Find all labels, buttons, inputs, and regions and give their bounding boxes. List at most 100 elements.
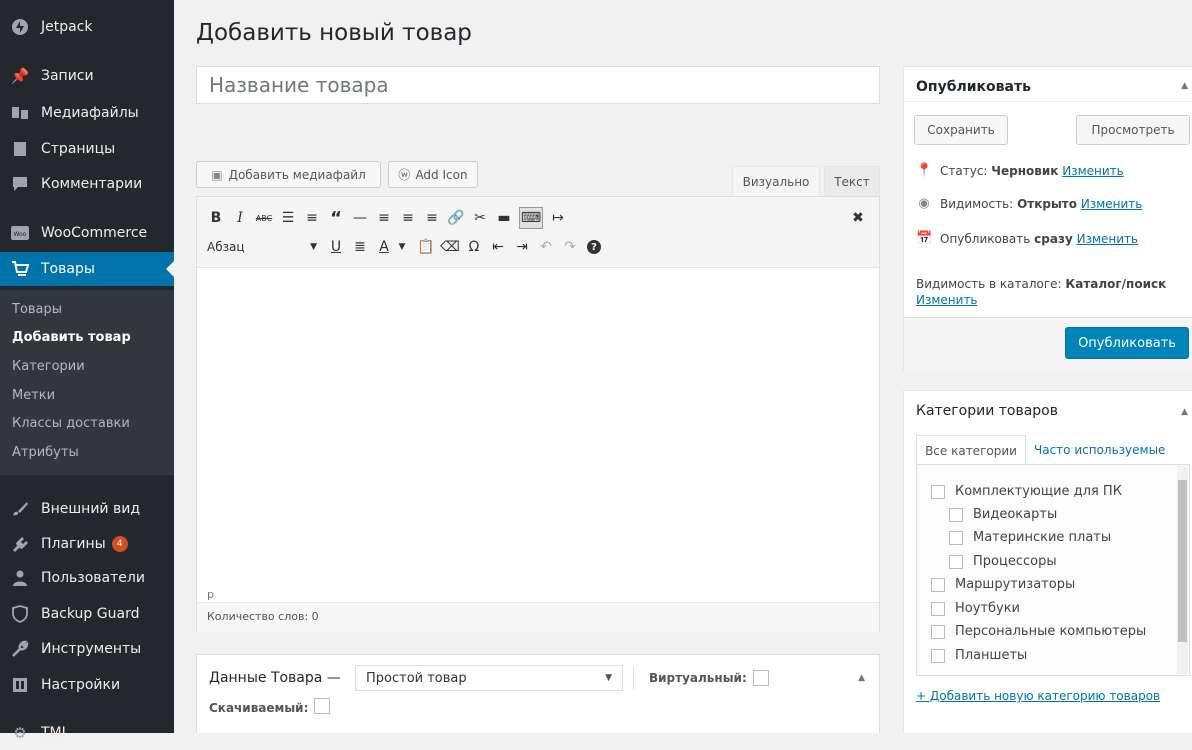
sidebar-item-plugins[interactable]: Плагины 4 — [0, 527, 174, 561]
category-item[interactable]: Комплектующие для ПК — [931, 484, 1122, 499]
scrollbar[interactable] — [1177, 466, 1188, 674]
sidebar-item-comments[interactable]: Комментарии — [0, 167, 174, 201]
tab-popular-categories[interactable]: Часто используемые — [1034, 443, 1165, 457]
bullet-list-icon[interactable]: ☰ — [279, 209, 297, 227]
tab-visual[interactable]: Визуально — [732, 166, 820, 197]
edit-timestamp-link[interactable]: Изменить — [1077, 232, 1139, 246]
category-checkbox[interactable] — [949, 554, 963, 569]
virtual-checkbox[interactable] — [753, 670, 769, 686]
read-more-icon[interactable]: ▬ — [495, 209, 513, 227]
sidebar-item-media[interactable]: Медиафайлы — [0, 96, 174, 130]
sidebar-item-posts[interactable]: 📌 Записи — [0, 59, 174, 93]
jetpack-icon — [10, 17, 30, 37]
undo-icon[interactable]: ↶ — [537, 238, 555, 256]
unlink-icon[interactable]: ✂ — [471, 209, 489, 227]
category-checkbox[interactable] — [931, 648, 945, 663]
edit-visibility-link[interactable]: Изменить — [1081, 197, 1143, 211]
add-new-category-link[interactable]: + Добавить новую категорию товаров — [916, 689, 1160, 703]
justify-icon[interactable]: ≣ — [351, 238, 369, 256]
edit-catalog-visibility-link[interactable]: Изменить — [916, 293, 978, 307]
outdent-icon[interactable]: ⇤ — [489, 238, 507, 256]
category-item[interactable]: Персональные компьютеры — [931, 624, 1146, 639]
submenu-item-attributes[interactable]: Атрибуты — [12, 445, 79, 460]
clear-formatting-icon[interactable]: ⌫ — [440, 238, 460, 256]
cart-icon — [10, 259, 30, 279]
category-checkbox[interactable] — [931, 484, 945, 499]
category-checkbox[interactable] — [949, 530, 963, 545]
editor-content-area[interactable] — [197, 268, 879, 583]
preview-button[interactable]: Просмотреть — [1076, 115, 1190, 145]
sidebar-item-label: Инструменты — [41, 641, 142, 657]
redo-icon[interactable]: ↷ — [561, 238, 579, 256]
align-left-icon[interactable]: ≡ — [375, 209, 393, 227]
collapse-arrow-icon[interactable]: ▲ — [858, 673, 865, 683]
add-icon-label: Add Icon — [415, 167, 468, 182]
indent-icon[interactable]: ⇥ — [513, 238, 531, 256]
category-checkbox[interactable] — [931, 624, 945, 639]
underline-icon[interactable]: U — [327, 238, 345, 256]
category-item[interactable]: Процессоры — [949, 554, 1057, 569]
category-item[interactable]: Материнские платы — [949, 530, 1111, 545]
product-type-select[interactable]: Простой товар ▼ — [355, 665, 623, 691]
category-checkbox[interactable] — [931, 577, 945, 592]
collapse-arrow-icon[interactable]: ▲ — [1181, 407, 1188, 417]
submenu-item-shipping-classes[interactable]: Классы доставки — [12, 416, 130, 431]
numbered-list-icon[interactable]: ≡ — [303, 209, 321, 227]
edit-status-link[interactable]: Изменить — [1062, 164, 1124, 178]
publish-button[interactable]: Опубликовать — [1065, 327, 1189, 359]
bold-icon[interactable]: B — [207, 209, 225, 227]
omega-icon[interactable]: Ω — [465, 238, 483, 256]
format-select[interactable]: Абзац ▼ — [207, 237, 317, 257]
submenu-item-categories[interactable]: Категории — [12, 359, 85, 374]
sidebar-item-label: TMI — [41, 725, 66, 741]
sidebar-item-backup-guard[interactable]: Backup Guard — [0, 597, 174, 631]
save-draft-button[interactable]: Сохранить — [914, 115, 1008, 145]
horizontal-line-icon[interactable]: — — [351, 209, 369, 227]
italic-icon[interactable]: I — [231, 209, 249, 227]
downloadable-checkbox[interactable] — [314, 698, 330, 714]
sidebar-item-products[interactable]: Товары — [0, 252, 174, 286]
sidebar-item-settings[interactable]: Настройки — [0, 668, 174, 702]
text-color-icon[interactable]: A — [375, 238, 393, 256]
category-item[interactable]: Маршрутизаторы — [931, 577, 1075, 592]
paste-text-icon[interactable]: 📋 — [417, 238, 435, 256]
add-icon-button[interactable]: ⓦ Add Icon — [388, 161, 478, 188]
help-icon[interactable]: ? — [587, 240, 601, 254]
category-item[interactable]: Ноутбуки — [931, 601, 1020, 616]
category-item[interactable]: Видеокарты — [949, 507, 1057, 522]
sidebar-item-pages[interactable]: Страницы — [0, 132, 174, 166]
distraction-free-icon[interactable]: ↦ — [549, 209, 567, 227]
submenu-item-add-product[interactable]: Добавить товар — [12, 330, 131, 345]
collapse-arrow-icon[interactable]: ▲ — [1181, 81, 1188, 91]
downloadable-label: Скачиваемый: — [209, 701, 309, 715]
strikethrough-icon[interactable]: ABC — [255, 209, 273, 227]
link-icon[interactable]: 🔗 — [447, 209, 465, 227]
sidebar-item-tmi[interactable]: ⚙ TMI — [0, 716, 174, 750]
blockquote-icon[interactable]: “ — [327, 208, 345, 229]
fullscreen-icon[interactable]: ✖ — [849, 209, 867, 227]
sidebar-item-appearance[interactable]: Внешний вид — [0, 492, 174, 526]
wrench-icon — [10, 639, 30, 659]
product-title-input[interactable] — [196, 66, 880, 104]
category-checkbox[interactable] — [931, 601, 945, 616]
sidebar-item-tools[interactable]: Инструменты — [0, 632, 174, 666]
scrollbar-thumb[interactable] — [1178, 480, 1187, 642]
sidebar-item-users[interactable]: Пользователи — [0, 561, 174, 595]
pin-icon: 📌 — [10, 67, 30, 85]
toolbar-toggle-icon[interactable]: ⌨ — [519, 207, 543, 229]
tab-all-categories[interactable]: Все категории — [916, 435, 1026, 465]
color-dropdown-icon[interactable]: ▼ — [393, 238, 411, 256]
align-center-icon[interactable]: ≡ — [399, 209, 417, 227]
tab-text[interactable]: Текст — [824, 166, 880, 197]
category-checkbox[interactable] — [949, 507, 963, 522]
publish-box: Опубликовать ▲ Сохранить Просмотреть 📍 С… — [903, 66, 1192, 371]
align-right-icon[interactable]: ≡ — [423, 209, 441, 227]
category-item[interactable]: Планшеты — [931, 648, 1027, 663]
category-checklist[interactable]: Комплектующие для ПК Видеокарты Материнс… — [916, 464, 1190, 676]
submenu-item-tags[interactable]: Метки — [12, 388, 55, 403]
sidebar-item-woocommerce[interactable]: Woo WooCommerce — [0, 216, 174, 250]
sidebar-item-jetpack[interactable]: Jetpack — [0, 10, 174, 44]
add-media-button[interactable]: ▣ Добавить медиафайл — [196, 161, 381, 188]
submenu-item-products[interactable]: Товары — [12, 302, 62, 317]
publish-box-title: Опубликовать — [916, 79, 1031, 95]
